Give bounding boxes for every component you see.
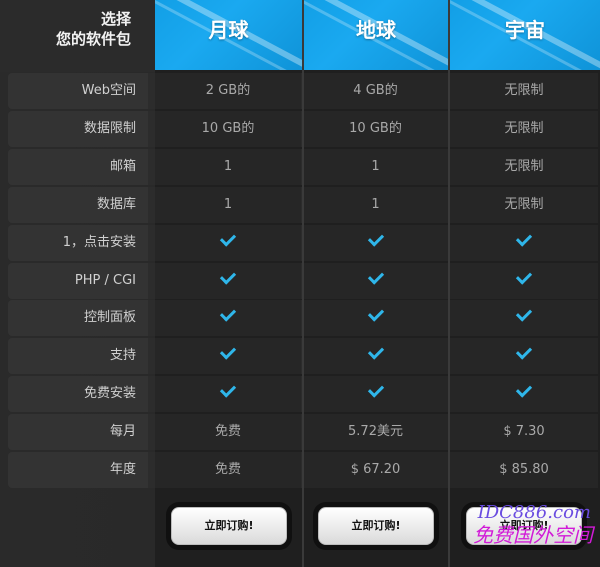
- feature-value: 免费: [155, 414, 301, 450]
- feature-value: 无限制: [450, 149, 598, 185]
- feature-check-cell: [450, 376, 598, 412]
- feature-check-cell: [303, 263, 448, 299]
- feature-check-cell: [450, 225, 598, 261]
- column-divider: [448, 0, 450, 567]
- checkmark-icon: [515, 305, 533, 322]
- choose-package-line2: 您的软件包: [55, 30, 131, 48]
- column-divider: [302, 0, 304, 567]
- checkmark-icon: [219, 305, 237, 322]
- feature-check-cell: [303, 225, 448, 261]
- pricing-table: 选择 您的软件包 月球 地球 宇宙 Web空间 2 GB的 4 GB的 无限制 数据限制…: [0, 0, 600, 567]
- feature-label: 1，点击安装: [8, 225, 148, 261]
- feature-value: 1: [303, 187, 448, 223]
- plan-header-universe: 宇宙: [450, 0, 600, 70]
- feature-value: $ 67.20: [303, 452, 448, 488]
- plan-name-earth: 地球: [356, 18, 396, 42]
- feature-check-cell: [155, 300, 301, 336]
- checkmark-icon: [219, 343, 237, 360]
- feature-label: 免费安装: [8, 376, 148, 412]
- order-button-earth[interactable]: 立即订购!: [318, 507, 434, 545]
- checkmark-icon: [367, 381, 384, 398]
- feature-label: 支持: [8, 338, 148, 374]
- choose-package-header: 选择 您的软件包: [0, 0, 155, 72]
- feature-check-cell: [155, 338, 301, 374]
- feature-value: $ 7.30: [450, 414, 598, 450]
- checkmark-icon: [219, 268, 237, 285]
- checkmark-icon: [367, 343, 384, 360]
- feature-label: 控制面板: [8, 300, 148, 336]
- feature-value: 10 GB的: [155, 111, 301, 147]
- feature-value: 免费: [155, 452, 301, 488]
- feature-check-cell: [303, 376, 448, 412]
- checkmark-icon: [515, 268, 533, 285]
- feature-check-cell: [450, 300, 598, 336]
- feature-value: 无限制: [450, 73, 598, 109]
- checkmark-icon: [515, 381, 533, 398]
- feature-check-cell: [155, 225, 301, 261]
- plan-header-earth: 地球: [303, 0, 449, 70]
- feature-label: 数据库: [8, 187, 148, 223]
- feature-value: 无限制: [450, 187, 598, 223]
- checkmark-icon: [515, 230, 533, 247]
- watermark: IDC886.com 免费国外空间: [455, 502, 597, 548]
- feature-value: 2 GB的: [155, 73, 301, 109]
- feature-check-cell: [155, 263, 301, 299]
- watermark-text: 免费国外空间: [473, 523, 593, 547]
- feature-label: PHP / CGI: [8, 263, 148, 299]
- feature-check-cell: [450, 338, 598, 374]
- checkmark-icon: [367, 268, 384, 285]
- feature-value: 1: [155, 149, 301, 185]
- feature-value: 10 GB的: [303, 111, 448, 147]
- order-button-moon[interactable]: 立即订购!: [171, 507, 287, 545]
- feature-check-cell: [303, 300, 448, 336]
- checkmark-icon: [219, 381, 237, 398]
- feature-label: Web空间: [8, 73, 148, 109]
- checkmark-icon: [219, 230, 237, 247]
- plan-name-universe: 宇宙: [505, 18, 545, 42]
- feature-value: 1: [303, 149, 448, 185]
- feature-label: 数据限制: [8, 111, 148, 147]
- feature-label: 年度: [8, 452, 148, 488]
- feature-value: 1: [155, 187, 301, 223]
- plan-header-moon: 月球: [155, 0, 302, 70]
- checkmark-icon: [515, 343, 533, 360]
- choose-package-line1: 选择: [100, 10, 131, 28]
- feature-value: 5.72美元: [303, 414, 448, 450]
- feature-label: 邮箱: [8, 149, 148, 185]
- feature-check-cell: [303, 338, 448, 374]
- checkmark-icon: [367, 305, 384, 322]
- feature-value: 4 GB的: [303, 73, 448, 109]
- feature-value: 无限制: [450, 111, 598, 147]
- feature-check-cell: [155, 376, 301, 412]
- feature-label: 每月: [8, 414, 148, 450]
- checkmark-icon: [367, 230, 384, 247]
- plan-name-moon: 月球: [208, 18, 249, 42]
- feature-check-cell: [450, 263, 598, 299]
- watermark-domain: IDC886.com: [477, 502, 591, 523]
- feature-value: $ 85.80: [450, 452, 598, 488]
